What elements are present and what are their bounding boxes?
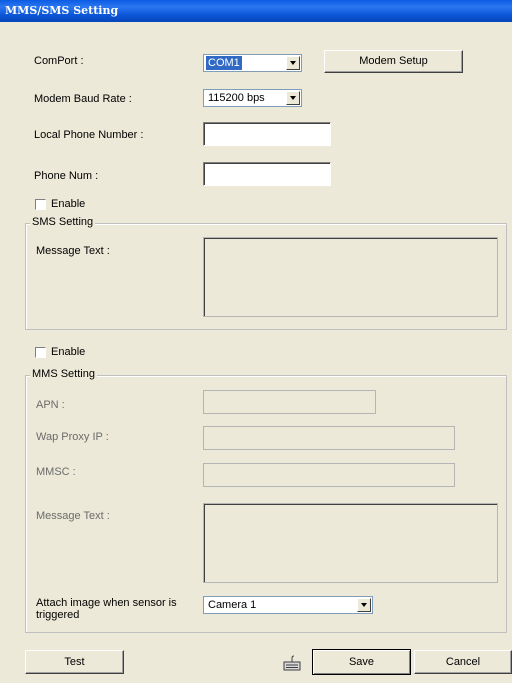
camera-value: Camera 1 [208, 599, 257, 611]
sms-message-label: Message Text : [36, 245, 110, 257]
modem-setup-button[interactable]: Modem Setup [324, 50, 463, 73]
comport-dropdown-arrow-icon[interactable] [286, 56, 300, 70]
apn-label: APN : [36, 399, 65, 411]
save-button[interactable]: Save [312, 649, 411, 675]
wap-proxy-label: Wap Proxy IP : [36, 431, 109, 443]
sms-message-textarea[interactable] [203, 237, 498, 317]
mms-enable-label: Enable [51, 346, 86, 358]
test-button[interactable]: Test [25, 650, 124, 674]
camera-select[interactable]: Camera 1 [203, 596, 373, 614]
mms-setting-title: MMS Setting [30, 368, 97, 380]
comport-select[interactable]: COM1 [203, 54, 302, 72]
sms-enable-label: Enable [51, 198, 86, 210]
mms-message-textarea[interactable] [203, 503, 498, 583]
baud-rate-label: Modem Baud Rate : [34, 93, 132, 105]
wap-proxy-input[interactable] [203, 426, 455, 450]
mms-message-label: Message Text : [36, 510, 110, 522]
baud-rate-dropdown-arrow-icon[interactable] [286, 91, 300, 105]
phone-num-input[interactable] [203, 162, 331, 186]
apn-input[interactable] [203, 390, 376, 414]
attach-image-label: Attach image when sensor is triggered [36, 597, 177, 621]
window-title: MMS/SMS Setting [5, 4, 119, 17]
keyboard-icon[interactable] [281, 652, 303, 674]
sms-enable-checkbox[interactable] [35, 199, 46, 210]
comport-label: ComPort : [34, 55, 84, 67]
attach-image-label-line2: triggered [36, 609, 80, 621]
camera-dropdown-arrow-icon[interactable] [357, 598, 371, 612]
mmsc-label: MMSC : [36, 466, 76, 478]
sms-setting-title: SMS Setting [30, 216, 96, 228]
local-phone-label: Local Phone Number : [34, 129, 144, 141]
cancel-button[interactable]: Cancel [414, 650, 512, 674]
mms-enable-checkbox[interactable] [35, 347, 46, 358]
phone-num-label: Phone Num : [34, 170, 99, 182]
local-phone-input[interactable] [203, 122, 331, 146]
window-title-bar: MMS/SMS Setting [0, 0, 512, 22]
comport-value: COM1 [206, 56, 242, 70]
mms-sms-setting-window: MMS/SMS Setting ComPort : COM1 Modem Set… [0, 0, 512, 683]
baud-rate-select[interactable]: 115200 bps [203, 89, 302, 107]
baud-rate-value: 115200 bps [208, 92, 265, 104]
mmsc-input[interactable] [203, 463, 455, 487]
attach-image-label-line1: Attach image when sensor is [36, 597, 177, 609]
